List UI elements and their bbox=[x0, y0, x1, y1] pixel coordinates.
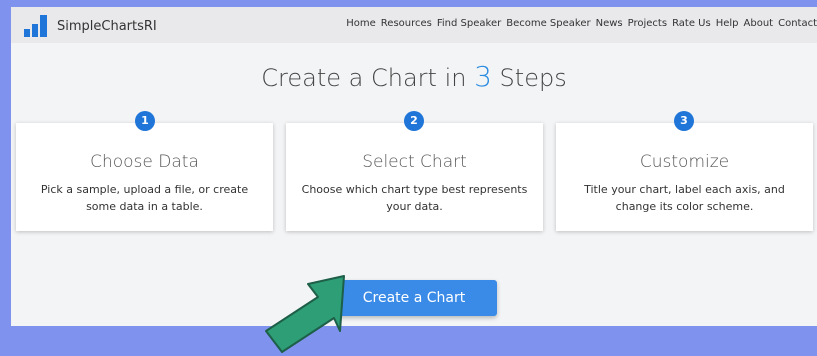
step-3-title: Customize bbox=[639, 152, 730, 172]
page-title: Create a Chart in 3 Steps bbox=[11, 60, 817, 93]
nav-item-home[interactable]: Home bbox=[346, 18, 376, 29]
step-1-badge: 1 bbox=[135, 111, 155, 131]
nav-item-rate-us[interactable]: Rate Us bbox=[672, 18, 711, 29]
step-card-select-chart: Select Chart Choose which chart type bes… bbox=[286, 123, 543, 231]
bar-chart-logo-icon bbox=[24, 15, 47, 37]
nav-item-projects[interactable]: Projects bbox=[628, 18, 667, 29]
step-1-title: Choose Data bbox=[90, 152, 199, 172]
nav-item-news[interactable]: News bbox=[596, 18, 623, 29]
step-3-description: Title your chart, label each axis, and c… bbox=[584, 183, 785, 213]
main-nav: Home Resources Find Speaker Become Speak… bbox=[346, 18, 817, 29]
brand-name: SimpleChartsRI bbox=[57, 18, 157, 34]
nav-item-become-speaker[interactable]: Become Speaker bbox=[506, 18, 590, 29]
nav-item-find-speaker[interactable]: Find Speaker bbox=[437, 18, 501, 29]
brand-logo-link[interactable]: SimpleChartsRI bbox=[24, 15, 157, 37]
page-title-prefix: Create a Chart in bbox=[261, 64, 475, 92]
nav-item-contact[interactable]: Contact bbox=[778, 18, 817, 29]
green-arrow-icon bbox=[265, 275, 345, 353]
browser-page: SimpleChartsRI Home Resources Find Speak… bbox=[11, 7, 817, 326]
step-card-customize: Customize Title your chart, label each a… bbox=[556, 123, 813, 231]
step-1-description: Pick a sample, upload a file, or create … bbox=[40, 183, 249, 213]
step-2-description: Choose which chart type best represents … bbox=[301, 183, 528, 213]
nav-item-about[interactable]: About bbox=[744, 18, 774, 29]
page-title-step-count: 3 bbox=[474, 60, 492, 93]
page-title-suffix: Steps bbox=[491, 64, 567, 92]
navbar: SimpleChartsRI Home Resources Find Speak… bbox=[11, 7, 817, 43]
step-2-badge: 2 bbox=[404, 111, 424, 131]
step-2-title: Select Chart bbox=[362, 152, 467, 172]
nav-item-help[interactable]: Help bbox=[716, 18, 739, 29]
step-card-choose-data: Choose Data Pick a sample, upload a file… bbox=[16, 123, 273, 231]
step-3-badge: 3 bbox=[674, 111, 694, 131]
nav-item-resources[interactable]: Resources bbox=[381, 18, 432, 29]
